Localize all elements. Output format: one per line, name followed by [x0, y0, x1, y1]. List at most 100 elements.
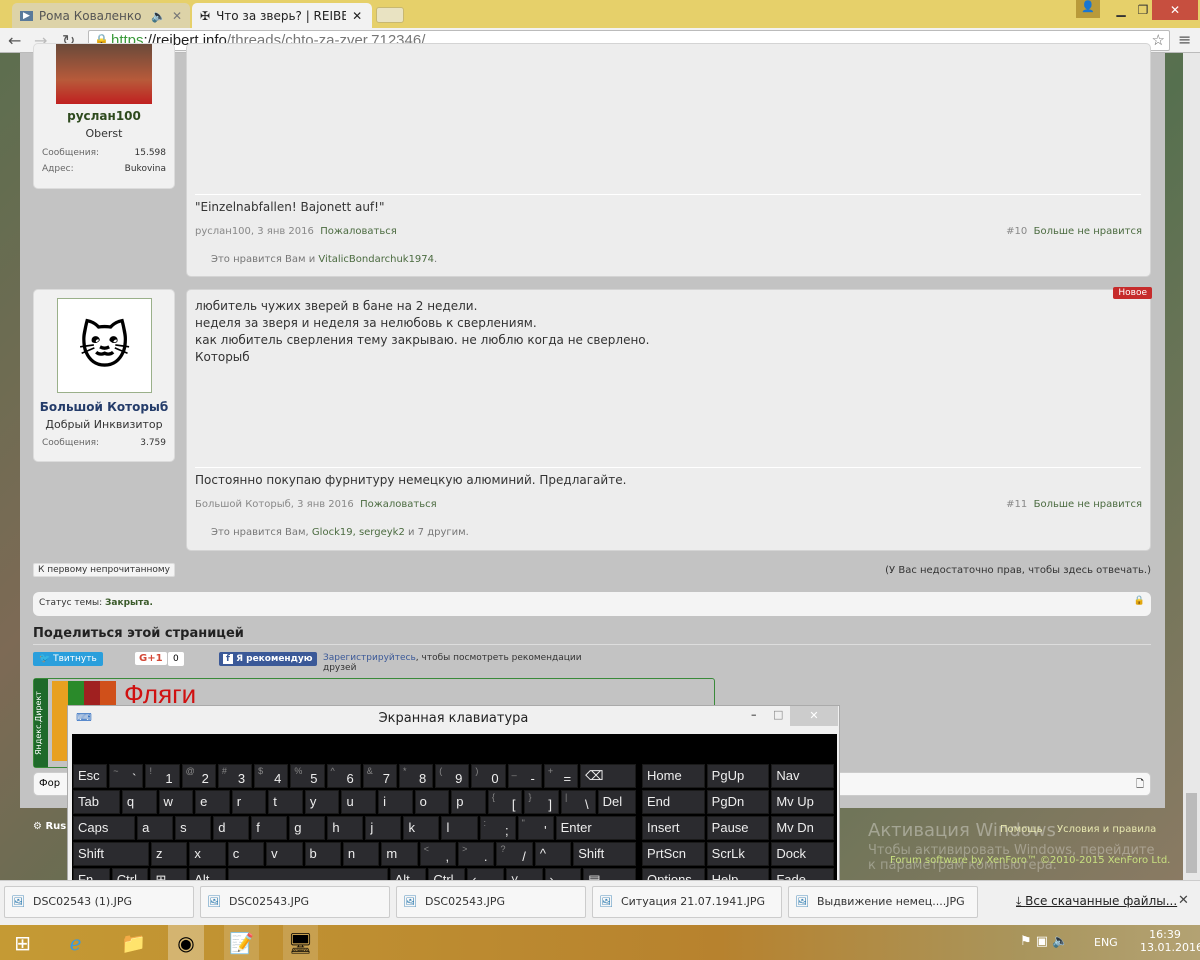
- profile-icon[interactable]: 👤: [1076, 0, 1100, 18]
- key-v[interactable]: v: [266, 842, 303, 866]
- key-s[interactable]: s: [175, 816, 212, 840]
- key-mv-dn[interactable]: Mv Dn: [771, 816, 835, 840]
- key-i[interactable]: i: [378, 790, 413, 814]
- key-r[interactable]: r: [231, 790, 267, 814]
- key-pause[interactable]: Pause: [706, 816, 770, 840]
- osk-close-button[interactable]: ✕: [790, 706, 838, 726]
- language-selector[interactable]: ⚙ Rus: [33, 821, 66, 832]
- language-indicator[interactable]: ENG: [1094, 936, 1118, 949]
- close-tab-icon[interactable]: ✕: [172, 9, 182, 23]
- key-,[interactable]: <,: [419, 842, 457, 866]
- help-link[interactable]: Помощь: [1000, 824, 1043, 835]
- key-pgdn[interactable]: PgDn: [706, 790, 770, 814]
- back-icon[interactable]: ←: [8, 31, 21, 50]
- register-link[interactable]: Зарегистрируйтесь: [323, 653, 416, 663]
- key-Esc[interactable]: Esc: [73, 764, 108, 788]
- key-f[interactable]: f: [251, 816, 288, 840]
- notepad-icon[interactable]: 📝: [224, 925, 259, 960]
- key-][interactable]: }]: [524, 790, 560, 814]
- new-tab-button[interactable]: [376, 7, 404, 23]
- key-o[interactable]: o: [414, 790, 450, 814]
- key-4[interactable]: $4: [254, 764, 289, 788]
- page-scrollbar[interactable]: [1183, 53, 1200, 880]
- key-2[interactable]: @2: [181, 764, 216, 788]
- download-item[interactable]: 🖼 Ситуация 21.07.1941.JPG: [592, 886, 782, 918]
- key-⌫[interactable]: ⌫: [580, 764, 637, 788]
- key-`[interactable]: ~ `: [109, 764, 144, 788]
- chrome-icon[interactable]: ◉: [168, 925, 204, 960]
- tweet-button[interactable]: 🐦 Твитнуть: [33, 652, 103, 666]
- key-home[interactable]: Home: [642, 764, 705, 788]
- key-l[interactable]: l: [441, 816, 478, 840]
- post-number[interactable]: #10: [1006, 226, 1027, 237]
- key-q[interactable]: q: [121, 790, 157, 814]
- post-number[interactable]: #11: [1006, 499, 1027, 510]
- key-c[interactable]: c: [227, 842, 265, 866]
- key-t[interactable]: t: [268, 790, 303, 814]
- key-\[interactable]: | \: [561, 790, 596, 814]
- download-item[interactable]: 🖼 DSC02543 (1).JPG: [4, 886, 194, 918]
- key-b[interactable]: b: [304, 842, 341, 866]
- key-nav[interactable]: Nav: [771, 764, 835, 788]
- avatar[interactable]: [56, 44, 152, 104]
- first-unread-button[interactable]: К первому непрочитанному: [33, 563, 176, 577]
- all-downloads-link[interactable]: ⤓ Все скачанные файлы...: [1016, 894, 1177, 909]
- key-.[interactable]: >.: [458, 842, 495, 866]
- key-pgup[interactable]: PgUp: [706, 764, 770, 788]
- key-e[interactable]: e: [195, 790, 230, 814]
- username[interactable]: Большой Которыб: [34, 400, 174, 414]
- download-item[interactable]: 🖼 DSC02543.JPG: [200, 886, 390, 918]
- key-m[interactable]: m: [381, 842, 418, 866]
- key-d[interactable]: d: [213, 816, 250, 840]
- tray-icons[interactable]: ⚑ ▣ 🔈: [1020, 934, 1068, 949]
- key-insert[interactable]: Insert: [642, 816, 705, 840]
- key-g[interactable]: g: [289, 816, 326, 840]
- key-Tab[interactable]: Tab: [73, 790, 120, 814]
- post-author-date[interactable]: Большой Которыб, 3 янв 2016: [195, 499, 354, 510]
- key-w[interactable]: w: [158, 790, 194, 814]
- close-window-button[interactable]: ✕: [1152, 0, 1198, 20]
- start-button[interactable]: ⊞: [5, 925, 40, 960]
- key-6[interactable]: ^ 6: [326, 764, 361, 788]
- key--[interactable]: _ -: [507, 764, 542, 788]
- key-k[interactable]: k: [403, 816, 440, 840]
- osk-minimize-button[interactable]: –: [751, 708, 757, 721]
- key-p[interactable]: p: [451, 790, 486, 814]
- report-link[interactable]: Пожаловаться: [360, 499, 437, 510]
- key-Enter[interactable]: Enter: [555, 816, 636, 840]
- key-mv-up[interactable]: Mv Up: [771, 790, 835, 814]
- key-n[interactable]: n: [342, 842, 380, 866]
- likes-users[interactable]: Glock19, sergeyk2: [312, 527, 405, 538]
- key-/[interactable]: ? /: [496, 842, 533, 866]
- username[interactable]: руслан100: [34, 109, 174, 123]
- close-download-bar[interactable]: ✕: [1178, 893, 1189, 908]
- key-9[interactable]: (9: [435, 764, 470, 788]
- key-end[interactable]: End: [642, 790, 705, 814]
- ie-icon[interactable]: ℯ: [58, 925, 93, 960]
- key-0[interactable]: ) 0: [471, 764, 506, 788]
- key-3[interactable]: #3: [217, 764, 253, 788]
- terms-link[interactable]: Условия и правила: [1057, 824, 1156, 835]
- key-Caps[interactable]: Caps: [73, 816, 136, 840]
- key-Shift[interactable]: Shift: [73, 842, 149, 866]
- key-x[interactable]: x: [189, 842, 226, 866]
- close-tab-icon[interactable]: ✕: [352, 9, 362, 23]
- download-item[interactable]: 🖼 DSC02543.JPG: [396, 886, 586, 918]
- key-h[interactable]: h: [327, 816, 364, 840]
- key-1[interactable]: ! 1: [145, 764, 180, 788]
- key-z[interactable]: z: [150, 842, 188, 866]
- key-[[interactable]: {[: [487, 790, 523, 814]
- key-j[interactable]: j: [365, 816, 402, 840]
- key-u[interactable]: u: [341, 790, 377, 814]
- download-item[interactable]: 🖼 Выдвижение немец....JPG: [788, 886, 978, 918]
- unlike-link[interactable]: Больше не нравится: [1034, 226, 1142, 237]
- key-y[interactable]: y: [304, 790, 340, 814]
- key-scrlk[interactable]: ScrLk: [706, 842, 770, 866]
- tab-reibert[interactable]: ✠ Что за зверь? | REIBERT.info ✕: [192, 3, 372, 28]
- key-^[interactable]: ^: [534, 842, 572, 866]
- unlike-link[interactable]: Больше не нравится: [1034, 499, 1142, 510]
- explorer-icon[interactable]: 📁: [116, 925, 151, 960]
- key-a[interactable]: a: [137, 816, 174, 840]
- scroll-thumb[interactable]: [1186, 793, 1197, 873]
- osk-maximize-button[interactable]: □: [773, 708, 783, 721]
